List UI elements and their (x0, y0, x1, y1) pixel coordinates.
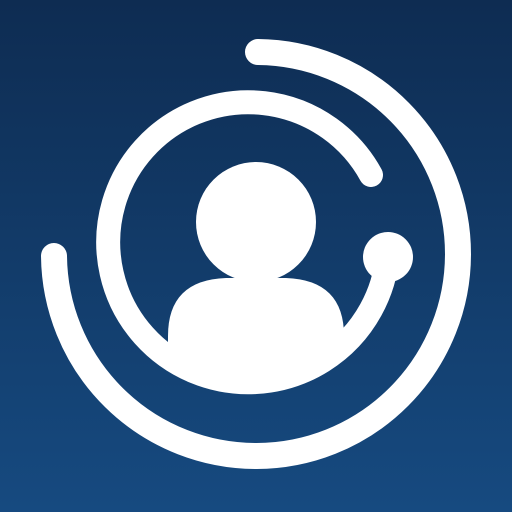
user-profile-orbit-icon (41, 39, 471, 469)
avatar-body-icon (168, 278, 344, 380)
orbit-dot-icon (363, 232, 413, 282)
avatar-head-icon (196, 162, 316, 282)
app-icon (0, 0, 512, 512)
